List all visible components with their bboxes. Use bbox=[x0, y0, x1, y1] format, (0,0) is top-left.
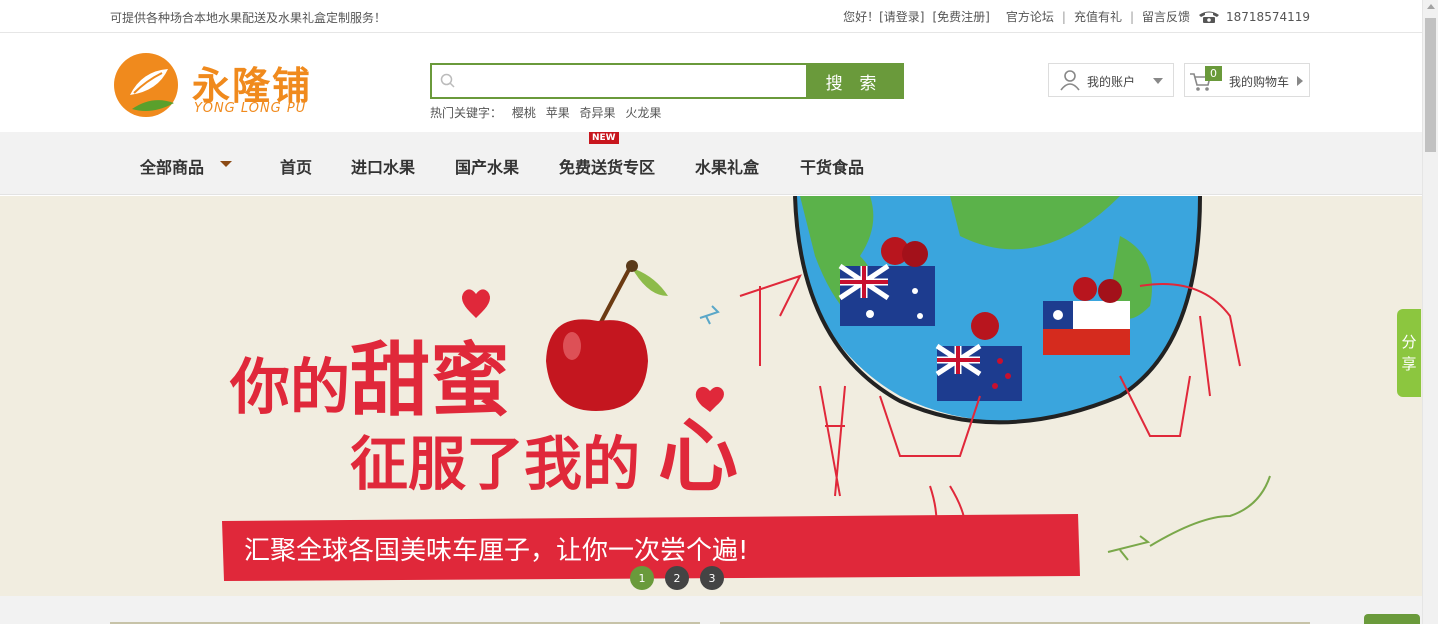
feedback-link[interactable]: 留言反馈 bbox=[1142, 8, 1190, 25]
floating-action-button[interactable] bbox=[1364, 614, 1420, 624]
content-area bbox=[0, 596, 1422, 624]
user-icon bbox=[1060, 70, 1080, 91]
forum-link[interactable]: 官方论坛 bbox=[1006, 8, 1054, 25]
divider: | bbox=[1061, 9, 1066, 24]
my-account-button[interactable]: 我的账户 bbox=[1048, 63, 1174, 97]
plane-icon bbox=[699, 305, 720, 325]
logo-english-name: YONG LONG PU bbox=[194, 101, 307, 116]
nav-domestic-fruit[interactable]: 国产水果 bbox=[455, 154, 519, 178]
greeting-text: 您好！ bbox=[843, 10, 880, 24]
share-tab[interactable]: 分 享 bbox=[1397, 309, 1421, 397]
logo-fruit-icon bbox=[114, 53, 178, 117]
nav-fruit-gift-box[interactable]: 水果礼盒 bbox=[695, 154, 759, 178]
account-label: 我的账户 bbox=[1087, 75, 1136, 89]
scrollbar-thumb[interactable] bbox=[1425, 18, 1436, 152]
nav-imported-fruit[interactable]: 进口水果 bbox=[351, 154, 415, 178]
hot-keywords: 热门关键字： 樱桃 苹果 奇异果 火龙果 bbox=[430, 104, 667, 121]
slide-dot-2[interactable]: 2 bbox=[665, 566, 689, 590]
top-links: 您好！ [请登录] [免费注册] 官方论坛 | 充值有礼 | 留言反馈 1871… bbox=[843, 8, 1310, 25]
main-nav: 全部商品 首页 进口水果 国产水果 免费送货专区 NEW 水果礼盒 干货食品 bbox=[0, 132, 1422, 195]
chevron-right-icon bbox=[1297, 76, 1303, 86]
banner-artwork: 你的 甜蜜 征服了我的 心 汇聚全球各国美味车厘子，让你一次尝个遍! bbox=[222, 196, 1271, 581]
banner-headline-part1: 你的 bbox=[229, 353, 350, 423]
chile-flag-icon bbox=[1043, 301, 1130, 355]
register-link[interactable]: [免费注册] bbox=[933, 8, 990, 25]
my-cart-button[interactable]: 0 我的购物车 bbox=[1184, 63, 1310, 97]
site-logo[interactable]: 永隆铺 YONG LONG PU bbox=[112, 51, 332, 119]
plane-icon bbox=[1107, 535, 1151, 561]
share-label-1: 分 bbox=[1401, 333, 1417, 351]
top-bar: 可提供各种场合本地水果配送及水果礼盒定制服务！ 您好！ [请登录] [免费注册]… bbox=[0, 0, 1422, 33]
slide-indicators: 1 2 3 bbox=[630, 566, 724, 590]
search-input[interactable] bbox=[432, 65, 806, 97]
new-zealand-flag-icon bbox=[935, 343, 1022, 401]
banner-tagline: 汇聚全球各国美味车厘子，让你一次尝个遍! bbox=[244, 536, 748, 566]
vertical-scrollbar[interactable] bbox=[1422, 0, 1438, 624]
service-notice: 可提供各种场合本地水果配送及水果礼盒定制服务！ bbox=[110, 11, 387, 25]
search-icon bbox=[440, 73, 456, 93]
nav-home[interactable]: 首页 bbox=[280, 154, 312, 178]
new-badge: NEW bbox=[589, 132, 619, 144]
page: { "topbar": { "notice": "可提供各种场合本地水果配送及水… bbox=[0, 0, 1438, 624]
hot-keyword-cherry[interactable]: 樱桃 bbox=[512, 106, 536, 120]
banner-headline-part3: 征服了我的 bbox=[350, 430, 640, 498]
nav-all-products[interactable]: 全部商品 bbox=[140, 154, 204, 178]
search-button[interactable]: 搜 索 bbox=[806, 65, 902, 97]
banner-headline-part4: 心 bbox=[658, 410, 738, 503]
slide-dot-3[interactable]: 3 bbox=[700, 566, 724, 590]
nav-free-delivery[interactable]: 免费送货专区 bbox=[559, 154, 655, 178]
search-form: 搜 索 bbox=[430, 63, 904, 99]
heart-icon bbox=[695, 386, 724, 412]
slide-dot-1[interactable]: 1 bbox=[630, 566, 654, 590]
recharge-link[interactable]: 充值有礼 bbox=[1074, 8, 1122, 25]
cart-label: 我的购物车 bbox=[1229, 75, 1290, 89]
scroll-up-arrow-icon[interactable] bbox=[1427, 4, 1435, 9]
divider: | bbox=[1129, 9, 1134, 24]
banner-headline-part2: 甜蜜 bbox=[350, 334, 510, 427]
chevron-down-icon[interactable] bbox=[220, 161, 232, 167]
hero-banner[interactable]: 你的 甜蜜 征服了我的 心 汇聚全球各国美味车厘子，让你一次尝个遍! 1 2 3 bbox=[0, 196, 1422, 596]
share-label-2: 享 bbox=[1401, 355, 1417, 373]
phone-number: 18718574119 bbox=[1226, 9, 1310, 24]
phone-icon bbox=[1198, 10, 1220, 24]
chevron-down-icon bbox=[1153, 78, 1163, 84]
hot-keyword-apple[interactable]: 苹果 bbox=[546, 106, 570, 120]
nav-dried-food[interactable]: 干货食品 bbox=[800, 154, 864, 178]
cart-count-badge: 0 bbox=[1205, 66, 1222, 81]
hot-keywords-label: 热门关键字： bbox=[430, 106, 503, 120]
site-header: 永隆铺 YONG LONG PU 搜 索 热门关键字： 樱桃 苹果 奇异果 火龙… bbox=[0, 33, 1422, 132]
hot-keyword-dragonfruit[interactable]: 火龙果 bbox=[625, 106, 661, 120]
login-link[interactable]: [请登录] bbox=[879, 8, 924, 25]
hot-keyword-kiwi[interactable]: 奇异果 bbox=[580, 106, 616, 120]
cherry-icon bbox=[546, 260, 668, 411]
heart-icon bbox=[462, 289, 490, 318]
australia-flag-icon bbox=[838, 263, 935, 326]
